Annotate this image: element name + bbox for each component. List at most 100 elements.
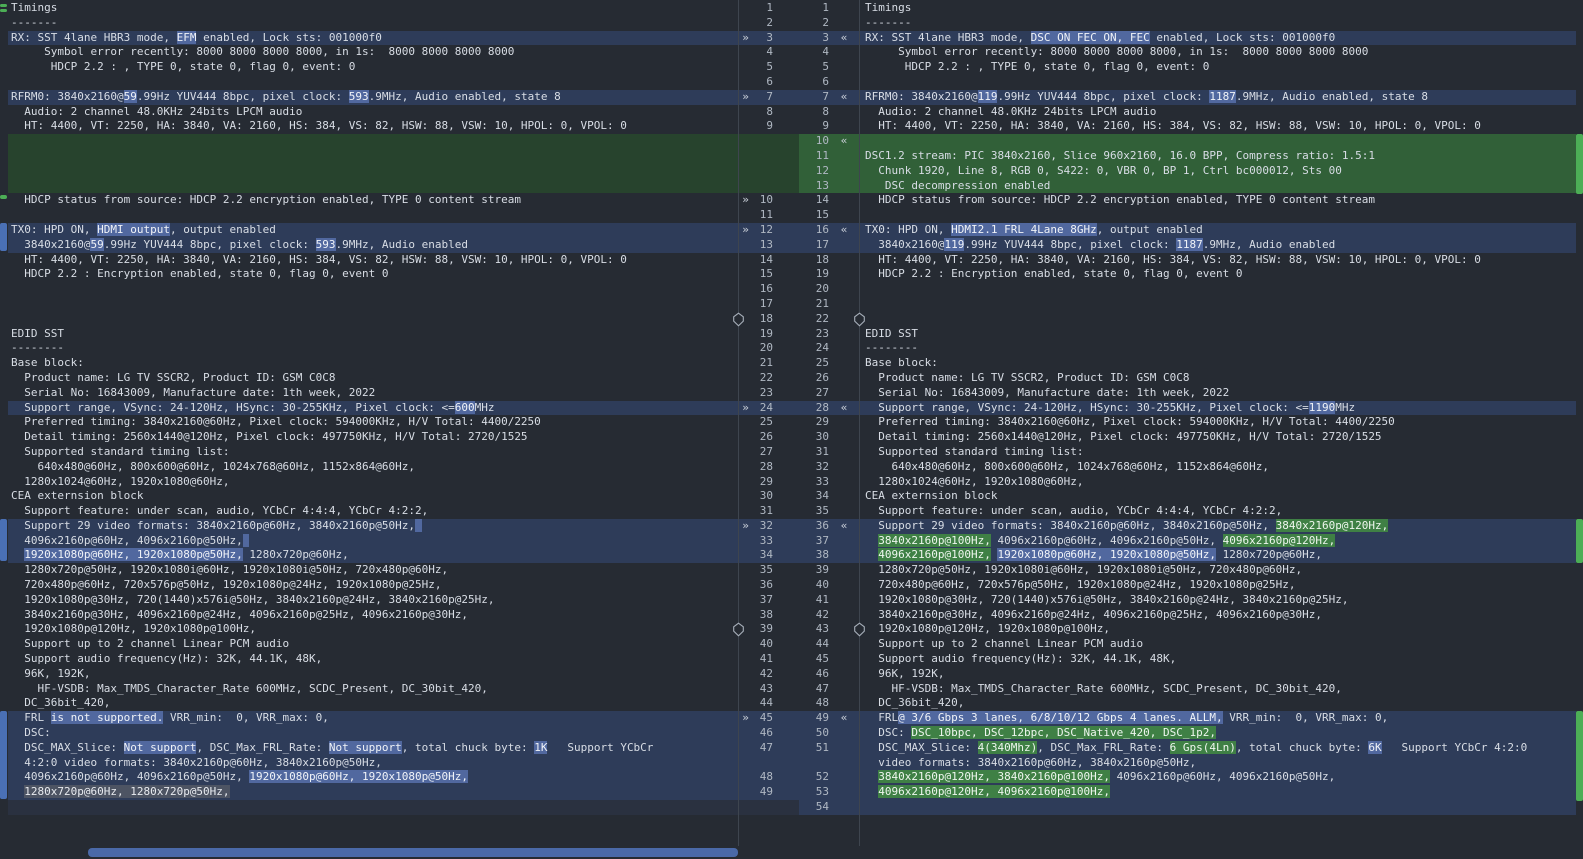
- diff-line-right[interactable]: 1280x1024@60Hz, 1920x1080@60Hz,: [860, 475, 1576, 490]
- diff-line-right[interactable]: Symbol error recently: 8000 8000 8000 80…: [860, 45, 1576, 60]
- diff-line-right[interactable]: [860, 282, 1576, 297]
- diff-line-right[interactable]: Serial No: 16843009, Manufacture date: 1…: [860, 386, 1576, 401]
- diff-line-left[interactable]: EDID SST: [8, 327, 738, 342]
- push-change-left-arrow[interactable]: «: [829, 31, 859, 46]
- diff-line-right[interactable]: [860, 312, 1576, 327]
- diff-line-left[interactable]: 4096x2160p@60Hz, 4096x2160p@50Hz, 1920x1…: [8, 770, 738, 786]
- diff-line-right[interactable]: DSC_MAX_Slice: 4(340Mhz), DSC_Max_FRL_Ra…: [860, 740, 1576, 756]
- diff-line-left[interactable]: [8, 163, 738, 179]
- push-change-right-arrow[interactable]: »: [739, 519, 752, 534]
- diff-line-left[interactable]: DSC_MAX_Slice: Not support, DSC_Max_FRL_…: [8, 740, 738, 756]
- push-change-right-arrow[interactable]: »: [739, 31, 752, 46]
- diff-line-right[interactable]: Support audio frequency(Hz): 32K, 44.1K,…: [860, 652, 1576, 667]
- diff-line-left[interactable]: 1920x1080p@120Hz, 1920x1080p@100Hz,: [8, 622, 738, 637]
- diff-line-left[interactable]: [8, 148, 738, 164]
- diff-line-left[interactable]: 96K, 192K,: [8, 667, 738, 682]
- diff-line-left[interactable]: [8, 178, 738, 194]
- diff-line-right[interactable]: 720x480p@60Hz, 720x576p@50Hz, 1920x1080p…: [860, 578, 1576, 593]
- diff-line-left[interactable]: FRL is not supported. VRR_min: 0, VRR_ma…: [8, 711, 738, 727]
- diff-line-left[interactable]: DC_36bit_420,: [8, 696, 738, 711]
- diff-line-right[interactable]: 4096x2160p@100Hz, 1920x1080p@60Hz, 1920x…: [860, 548, 1576, 564]
- push-change-left-arrow[interactable]: «: [829, 519, 859, 534]
- push-change-right-arrow[interactable]: »: [739, 223, 752, 238]
- diff-line-right[interactable]: 3840x2160p@120Hz, 3840x2160p@100Hz, 4096…: [860, 770, 1576, 786]
- push-change-right-arrow[interactable]: »: [739, 401, 752, 416]
- diff-line-left[interactable]: HF-VSDB: Max_TMDS_Character_Rate 600MHz,…: [8, 682, 738, 697]
- diff-line-right[interactable]: 3840x2160@119.99Hz YUV444 8bpc, pixel cl…: [860, 237, 1576, 253]
- diff-line-right[interactable]: --------: [860, 341, 1576, 356]
- diff-line-right[interactable]: Support 29 video formats: 3840x2160p@60H…: [860, 518, 1576, 534]
- diff-line-left[interactable]: Support audio frequency(Hz): 32K, 44.1K,…: [8, 652, 738, 667]
- diff-line-right[interactable]: DC_36bit_420,: [860, 696, 1576, 711]
- diff-line-right[interactable]: 3840x2160p@100Hz, 4096x2160p@60Hz, 4096x…: [860, 533, 1576, 549]
- diff-line-right[interactable]: HT: 4400, VT: 2250, HA: 3840, VA: 2160, …: [860, 119, 1576, 134]
- diff-line-right[interactable]: [860, 75, 1576, 90]
- diff-line-left[interactable]: 3840x2160@59.99Hz YUV444 8bpc, pixel clo…: [8, 237, 738, 253]
- diff-line-right[interactable]: HF-VSDB: Max_TMDS_Character_Rate 600MHz,…: [860, 682, 1576, 697]
- diff-line-left[interactable]: 1280x720p@50Hz, 1920x1080i@60Hz, 1920x10…: [8, 563, 738, 578]
- diff-line-right[interactable]: Support feature: under scan, audio, YCbC…: [860, 504, 1576, 519]
- push-change-right-arrow[interactable]: »: [739, 90, 752, 105]
- diff-line-left[interactable]: [8, 297, 738, 312]
- diff-line-right[interactable]: [860, 297, 1576, 312]
- right-file-pane[interactable]: Timings ------- RX: SST 4lane HBR3 mode, D…: [860, 0, 1576, 846]
- diff-line-left[interactable]: 1280x1024@60Hz, 1920x1080@60Hz,: [8, 475, 738, 490]
- diff-line-left[interactable]: Serial No: 16843009, Manufacture date: 1…: [8, 386, 738, 401]
- diff-line-left[interactable]: [8, 134, 738, 149]
- right-change-overview-strip[interactable]: [1576, 0, 1583, 846]
- diff-line-right[interactable]: 3840x2160p@30Hz, 4096x2160p@24Hz, 4096x2…: [860, 608, 1576, 623]
- diff-line-right[interactable]: HT: 4400, VT: 2250, HA: 3840, VA: 2160, …: [860, 253, 1576, 268]
- push-change-left-arrow[interactable]: «: [829, 90, 859, 105]
- diff-line-left[interactable]: Support range, VSync: 24-120Hz, HSync: 3…: [8, 400, 738, 416]
- diff-line-right[interactable]: 4096x2160p@120Hz, 4096x2160p@100Hz,: [860, 785, 1576, 801]
- diff-line-left[interactable]: RFRM0: 3840x2160@59.99Hz YUV444 8bpc, pi…: [8, 89, 738, 105]
- push-change-left-arrow[interactable]: «: [829, 223, 859, 238]
- diff-line-left[interactable]: HDCP 2.2 : Encryption enabled, state 0, …: [8, 267, 738, 282]
- diff-line-right[interactable]: Audio: 2 channel 48.0KHz 24bits LPCM aud…: [860, 105, 1576, 120]
- diff-line-left[interactable]: 1920x1080p@30Hz, 720(1440)x576i@50Hz, 38…: [8, 593, 738, 608]
- diff-line-right[interactable]: Base block:: [860, 356, 1576, 371]
- diff-line-right[interactable]: 640x480@60Hz, 800x600@60Hz, 1024x768@60H…: [860, 460, 1576, 475]
- diff-line-left[interactable]: [8, 282, 738, 297]
- diff-line-left[interactable]: HDCP status from source: HDCP 2.2 encryp…: [8, 193, 738, 208]
- left-change-overview-strip[interactable]: [0, 0, 8, 846]
- diff-line-right[interactable]: 1280x720p@50Hz, 1920x1080i@60Hz, 1920x10…: [860, 563, 1576, 578]
- diff-line-left[interactable]: 4:2:0 video formats: 3840x2160p@60Hz, 38…: [8, 755, 738, 771]
- diff-line-right[interactable]: DSC: DSC_10bpc, DSC_12bpc, DSC_Native_42…: [860, 726, 1576, 741]
- diff-line-left[interactable]: 640x480@60Hz, 800x600@60Hz, 1024x768@60H…: [8, 460, 738, 475]
- push-change-right-arrow[interactable]: »: [739, 711, 752, 726]
- diff-line-right[interactable]: RFRM0: 3840x2160@119.99Hz YUV444 8bpc, p…: [860, 89, 1576, 105]
- diff-line-right[interactable]: [860, 134, 1576, 149]
- diff-line-left[interactable]: [8, 800, 738, 815]
- diff-line-right[interactable]: Detail timing: 2560x1440@120Hz, Pixel cl…: [860, 430, 1576, 445]
- diff-line-left[interactable]: Audio: 2 channel 48.0KHz 24bits LPCM aud…: [8, 105, 738, 120]
- diff-line-left[interactable]: Support feature: under scan, audio, YCbC…: [8, 504, 738, 519]
- diff-line-right[interactable]: DSC1.2 stream: PIC 3840x2160, Slice 960x…: [860, 148, 1576, 164]
- diff-line-left[interactable]: 1280x720p@60Hz, 1280x720p@50Hz,: [8, 785, 738, 801]
- diff-line-left[interactable]: HDCP 2.2 : , TYPE 0, state 0, flag 0, ev…: [8, 60, 738, 75]
- push-change-left-arrow[interactable]: «: [829, 401, 859, 416]
- diff-line-right[interactable]: FRL@ 3/6 Gbps 3 lanes, 6/8/10/12 Gbps 4 …: [860, 711, 1576, 727]
- push-change-left-arrow[interactable]: «: [829, 711, 859, 726]
- diff-line-left[interactable]: Detail timing: 2560x1440@120Hz, Pixel cl…: [8, 430, 738, 445]
- diff-line-left[interactable]: CEA externsion block: [8, 489, 738, 504]
- diff-line-right[interactable]: Support range, VSync: 24-120Hz, HSync: 3…: [860, 400, 1576, 416]
- sync-point-icon[interactable]: [732, 622, 745, 638]
- diff-line-left[interactable]: Supported standard timing list:: [8, 445, 738, 460]
- diff-line-left[interactable]: Timings: [8, 1, 738, 16]
- diff-line-right[interactable]: Chunk 1920, Line 8, RGB 0, S422: 0, VBR …: [860, 163, 1576, 179]
- diff-line-left[interactable]: DSC:: [8, 726, 738, 741]
- diff-line-left[interactable]: HT: 4400, VT: 2250, HA: 3840, VA: 2160, …: [8, 253, 738, 268]
- diff-line-right[interactable]: HDCP 2.2 : Encryption enabled, state 0, …: [860, 267, 1576, 282]
- sync-point-icon[interactable]: [732, 312, 745, 327]
- push-change-left-arrow[interactable]: «: [829, 134, 859, 149]
- diff-line-right[interactable]: -------: [860, 16, 1576, 31]
- diff-line-right[interactable]: RX: SST 4lane HBR3 mode, DSC ON FEC ON, …: [860, 30, 1576, 46]
- diff-line-left[interactable]: 720x480p@60Hz, 720x576p@50Hz, 1920x1080p…: [8, 578, 738, 593]
- diff-line-left[interactable]: 3840x2160p@30Hz, 4096x2160p@24Hz, 4096x2…: [8, 608, 738, 623]
- diff-line-right[interactable]: Preferred timing: 3840x2160@60Hz, Pixel …: [860, 415, 1576, 430]
- diff-line-right[interactable]: Timings: [860, 1, 1576, 16]
- diff-line-left[interactable]: --------: [8, 341, 738, 356]
- diff-line-right[interactable]: HDCP status from source: HDCP 2.2 encryp…: [860, 193, 1576, 208]
- diff-line-left[interactable]: Support 29 video formats: 3840x2160p@60H…: [8, 518, 738, 534]
